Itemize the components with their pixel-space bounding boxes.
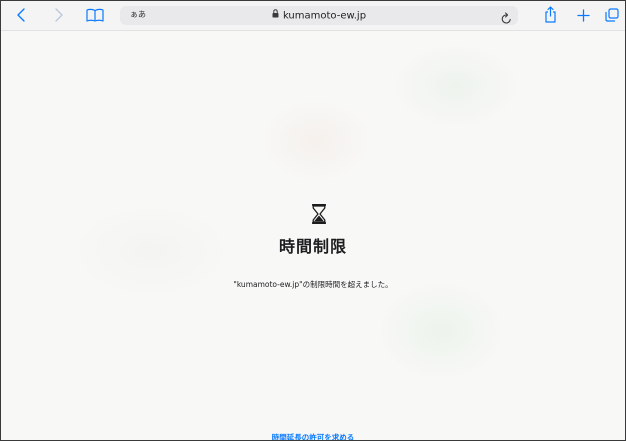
reload-icon[interactable] <box>501 9 512 28</box>
browser-window: ぁあ kumamoto-ew.jp 時間制限 "kumamoto-ew.jp"の… <box>0 0 626 441</box>
browser-toolbar: ぁあ kumamoto-ew.jp <box>1 1 625 31</box>
plus-icon[interactable] <box>576 7 590 23</box>
lock-icon <box>272 8 279 23</box>
chevron-left-icon[interactable] <box>15 7 27 23</box>
limit-message: "kumamoto-ew.jp"の制限時間を超えました。 <box>233 280 393 289</box>
request-more-time-link[interactable]: 時間延長の許可を求める <box>1 432 625 440</box>
chevron-right-icon[interactable] <box>53 7 65 23</box>
url-text: kumamoto-ew.jp <box>282 10 367 22</box>
page-content: 時間制限 "kumamoto-ew.jp"の制限時間を超えました。 時間延長の許… <box>1 31 625 440</box>
share-icon[interactable] <box>543 5 557 23</box>
book-icon[interactable] <box>86 7 104 23</box>
hourglass-icon <box>312 204 326 224</box>
page-title: 時間制限 <box>278 237 347 256</box>
tabs-icon[interactable] <box>605 7 619 23</box>
address-bar[interactable]: ぁあ kumamoto-ew.jp <box>120 6 518 25</box>
